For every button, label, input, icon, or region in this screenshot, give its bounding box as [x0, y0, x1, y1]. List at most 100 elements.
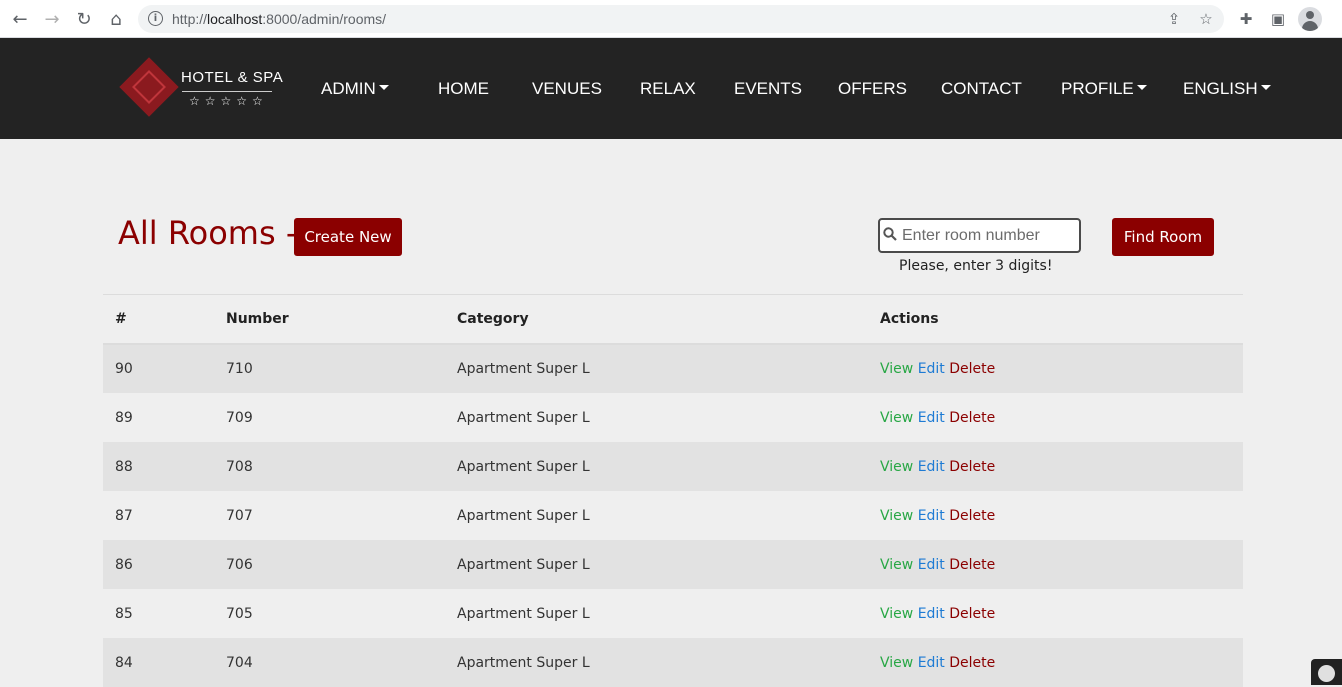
- site-navbar: HOTEL & SPA ☆☆☆☆☆ ADMIN HOME VENUES RELA…: [0, 38, 1342, 139]
- view-link[interactable]: View: [880, 361, 913, 377]
- view-link[interactable]: View: [880, 410, 913, 426]
- nav-home[interactable]: HOME: [438, 79, 489, 99]
- table-row: 89 709 Apartment Super L View Edit Delete: [103, 393, 1243, 442]
- nav-contact[interactable]: CONTACT: [941, 79, 1022, 99]
- cell-number: 704: [214, 638, 445, 687]
- create-new-button[interactable]: Create New: [294, 218, 402, 256]
- cell-category: Apartment Super L: [445, 540, 868, 589]
- cell-actions: View Edit Delete: [868, 393, 1243, 442]
- delete-link[interactable]: Delete: [949, 361, 995, 377]
- cell-category: Apartment Super L: [445, 491, 868, 540]
- view-link[interactable]: View: [880, 606, 913, 622]
- view-link[interactable]: View: [880, 508, 913, 524]
- extensions-icon[interactable]: ✚: [1236, 9, 1256, 29]
- edit-link[interactable]: Edit: [918, 557, 945, 573]
- hotel-logo[interactable]: HOTEL & SPA ☆☆☆☆☆: [118, 57, 288, 118]
- cell-number: 705: [214, 589, 445, 638]
- cell-actions: View Edit Delete: [868, 344, 1243, 393]
- col-header-number: Number: [214, 295, 445, 345]
- nav-relax[interactable]: RELAX: [640, 79, 696, 99]
- search-icon: [883, 227, 897, 241]
- cell-actions: View Edit Delete: [868, 589, 1243, 638]
- cell-category: Apartment Super L: [445, 589, 868, 638]
- nav-profile-label: PROFILE: [1061, 79, 1134, 98]
- caret-down-icon: [1136, 85, 1147, 91]
- page-title: All Rooms -: [118, 214, 298, 252]
- nav-offers[interactable]: OFFERS: [838, 79, 907, 99]
- url-text[interactable]: http://localhost:8000/admin/rooms/: [172, 11, 386, 27]
- back-arrow-icon[interactable]: ←: [9, 8, 31, 30]
- caret-down-icon: [378, 85, 389, 91]
- cell-number: 708: [214, 442, 445, 491]
- cell-category: Apartment Super L: [445, 442, 868, 491]
- view-link[interactable]: View: [880, 459, 913, 475]
- table-header-row: # Number Category Actions: [103, 295, 1243, 345]
- info-icon[interactable]: i: [148, 11, 163, 26]
- cell-number: 707: [214, 491, 445, 540]
- address-bar[interactable]: i http://localhost:8000/admin/rooms/ ⇪ ☆: [138, 5, 1224, 33]
- cell-id: 87: [103, 491, 214, 540]
- edit-link[interactable]: Edit: [918, 655, 945, 671]
- table-row: 86 706 Apartment Super L View Edit Delete: [103, 540, 1243, 589]
- nav-language-dropdown[interactable]: ENGLISH: [1183, 79, 1271, 99]
- edit-link[interactable]: Edit: [918, 459, 945, 475]
- cell-id: 88: [103, 442, 214, 491]
- url-prefix: http://: [172, 11, 208, 27]
- bookmark-star-icon[interactable]: ☆: [1196, 9, 1216, 29]
- view-link[interactable]: View: [880, 655, 913, 671]
- cell-id: 90: [103, 344, 214, 393]
- cell-number: 706: [214, 540, 445, 589]
- browser-toolbar: ← → ↻ ⌂ i http://localhost:8000/admin/ro…: [0, 0, 1342, 38]
- brand-name: HOTEL & SPA: [181, 69, 284, 86]
- table-row: 85 705 Apartment Super L View Edit Delete: [103, 589, 1243, 638]
- logo-divider: [182, 91, 272, 92]
- url-path: :8000/admin/rooms/: [262, 11, 387, 27]
- cell-category: Apartment Super L: [445, 638, 868, 687]
- delete-link[interactable]: Delete: [949, 557, 995, 573]
- url-host: localhost: [207, 11, 263, 27]
- cell-number: 710: [214, 344, 445, 393]
- side-panel-icon[interactable]: ▣: [1268, 9, 1288, 29]
- table-row: 84 704 Apartment Super L View Edit Delete: [103, 638, 1243, 687]
- nav-language-label: ENGLISH: [1183, 79, 1258, 98]
- col-header-id: #: [103, 295, 214, 345]
- cell-number: 709: [214, 393, 445, 442]
- rooms-table: # Number Category Actions 90 710 Apartment…: [103, 294, 1243, 687]
- nav-events[interactable]: EVENTS: [734, 79, 802, 99]
- room-number-input[interactable]: [902, 222, 1074, 249]
- nav-venues[interactable]: VENUES: [532, 79, 602, 99]
- cell-category: Apartment Super L: [445, 393, 868, 442]
- edit-link[interactable]: Edit: [918, 508, 945, 524]
- nav-admin-dropdown[interactable]: ADMIN: [321, 79, 389, 99]
- cell-actions: View Edit Delete: [868, 491, 1243, 540]
- logo-diamond-icon: [119, 57, 179, 117]
- room-search-field[interactable]: [878, 218, 1081, 253]
- cell-actions: View Edit Delete: [868, 540, 1243, 589]
- delete-link[interactable]: Delete: [949, 410, 995, 426]
- col-header-category: Category: [445, 295, 868, 345]
- cell-id: 85: [103, 589, 214, 638]
- cell-id: 89: [103, 393, 214, 442]
- home-icon[interactable]: ⌂: [105, 8, 127, 30]
- forward-arrow-icon[interactable]: →: [41, 8, 63, 30]
- caret-down-icon: [1260, 85, 1271, 91]
- reload-icon[interactable]: ↻: [73, 8, 95, 30]
- delete-link[interactable]: Delete: [949, 508, 995, 524]
- nav-profile-dropdown[interactable]: PROFILE: [1061, 79, 1147, 99]
- delete-link[interactable]: Delete: [949, 459, 995, 475]
- cell-id: 84: [103, 638, 214, 687]
- edit-link[interactable]: Edit: [918, 606, 945, 622]
- view-link[interactable]: View: [880, 557, 913, 573]
- share-icon[interactable]: ⇪: [1164, 9, 1184, 29]
- cell-id: 86: [103, 540, 214, 589]
- find-room-button[interactable]: Find Room: [1112, 218, 1214, 256]
- delete-link[interactable]: Delete: [949, 606, 995, 622]
- table-row: 87 707 Apartment Super L View Edit Delete: [103, 491, 1243, 540]
- delete-link[interactable]: Delete: [949, 655, 995, 671]
- edit-link[interactable]: Edit: [918, 361, 945, 377]
- edit-link[interactable]: Edit: [918, 410, 945, 426]
- rating-stars: ☆☆☆☆☆: [189, 94, 268, 108]
- profile-avatar-icon[interactable]: [1298, 7, 1322, 31]
- table-row: 90 710 Apartment Super L View Edit Delete: [103, 344, 1243, 393]
- symfony-debug-toolbar-icon[interactable]: [1311, 659, 1342, 685]
